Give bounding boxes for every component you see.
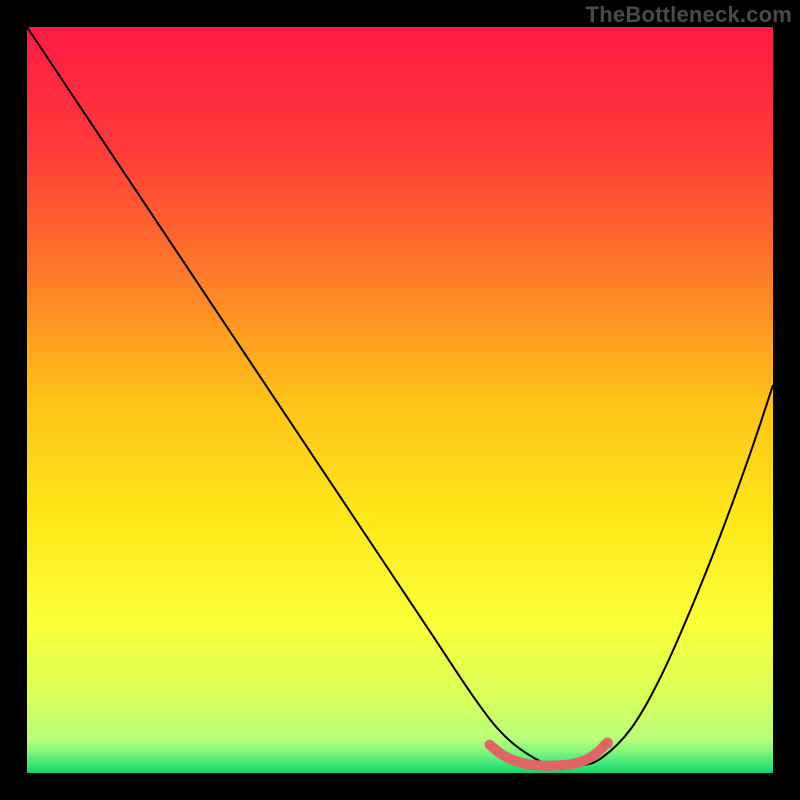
chart-frame: TheBottleneck.com <box>0 0 800 800</box>
gradient-background <box>27 27 773 773</box>
ideal-range-endpoint-marker <box>602 738 613 749</box>
bottleneck-chart <box>0 0 800 800</box>
watermark-text: TheBottleneck.com <box>586 2 792 28</box>
